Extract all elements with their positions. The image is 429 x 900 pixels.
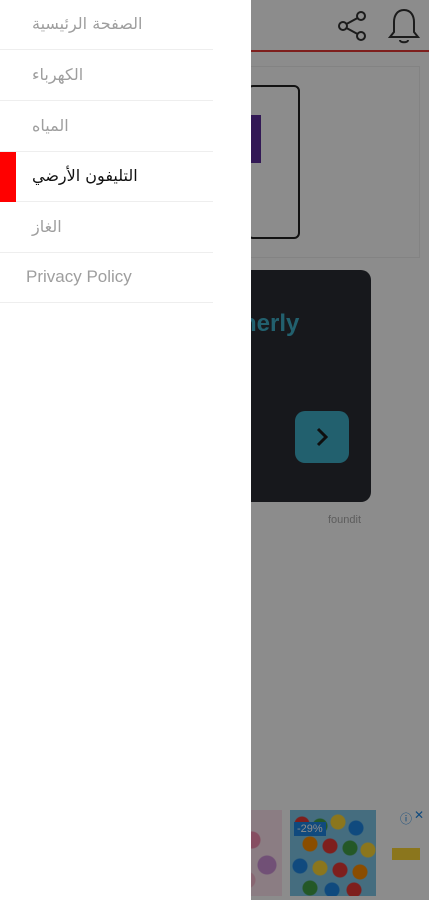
- navigation-drawer: الصفحة الرئيسية الكهرباء المياه التليفون…: [0, 0, 251, 900]
- drawer-item-label: Privacy Policy: [26, 267, 132, 286]
- drawer-item-gas[interactable]: الغاز: [0, 203, 213, 253]
- drawer-item-label: التليفون الأرضي: [32, 166, 138, 185]
- drawer-item-water[interactable]: المياه: [0, 102, 213, 152]
- drawer-item-electricity[interactable]: الكهرباء: [0, 51, 213, 101]
- drawer-item-label: الكهرباء: [32, 65, 84, 84]
- drawer-item-home[interactable]: الصفحة الرئيسية: [0, 0, 213, 50]
- drawer-item-label: المياه: [32, 116, 69, 135]
- active-indicator: [0, 152, 16, 202]
- drawer-item-label: الغاز: [32, 217, 62, 236]
- drawer-item-label: الصفحة الرئيسية: [32, 14, 143, 33]
- drawer-item-landline[interactable]: التليفون الأرضي: [0, 152, 213, 202]
- drawer-item-privacy-policy[interactable]: Privacy Policy: [0, 253, 213, 303]
